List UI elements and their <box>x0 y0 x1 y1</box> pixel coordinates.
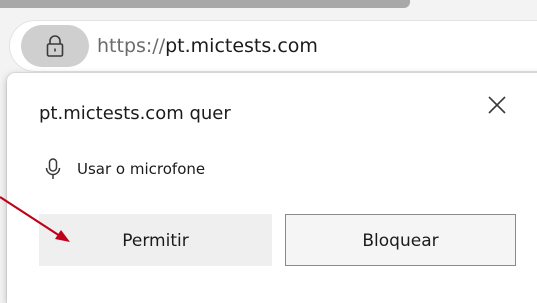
block-button[interactable]: Bloquear <box>285 214 516 266</box>
close-button[interactable] <box>481 89 513 121</box>
permission-label: Usar o microfone <box>77 160 206 178</box>
popup-title: pt.mictests.com quer <box>39 103 231 124</box>
site-info-button[interactable] <box>21 25 89 67</box>
permission-popup: pt.mictests.com quer Usar o microfone Pe… <box>7 73 537 303</box>
tab-strip <box>0 0 537 12</box>
lock-icon <box>46 35 64 57</box>
allow-button[interactable]: Permitir <box>39 214 272 266</box>
scrollbar-thumb[interactable] <box>0 0 410 8</box>
close-icon <box>488 96 506 114</box>
microphone-icon <box>45 158 61 179</box>
url-scheme: https:// <box>97 35 166 57</box>
url-host: pt.mictests.com <box>165 35 318 57</box>
url-text[interactable]: https://pt.mictests.com <box>97 34 318 58</box>
